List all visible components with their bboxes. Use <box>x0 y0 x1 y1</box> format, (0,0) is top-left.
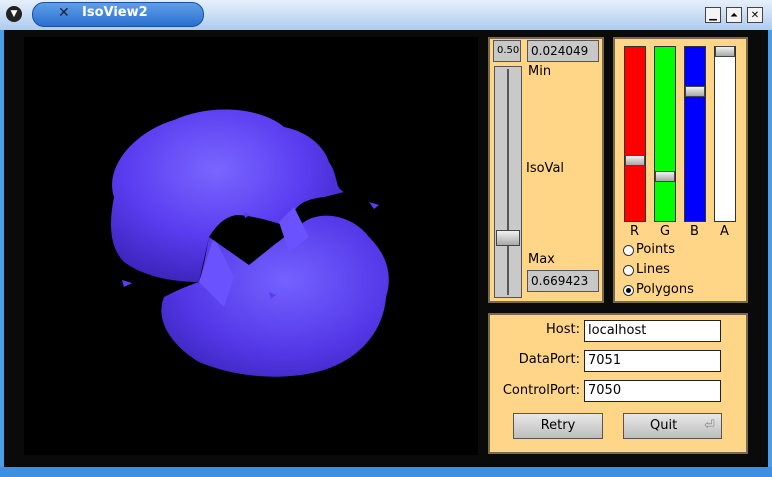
radio-points-label: Points <box>636 242 676 257</box>
isoval-label: IsoVal <box>526 161 565 176</box>
slider-r[interactable] <box>624 46 646 222</box>
render-viewport[interactable] <box>24 37 478 455</box>
min-value-readout: 0.024049 <box>527 40 599 62</box>
isosurface-fragment-1 <box>369 202 379 209</box>
slider-b[interactable] <box>684 46 706 222</box>
title-bar[interactable]: ▼ ✕ IsoView2 ▁ ⏶ ✕ <box>0 0 772 30</box>
quit-button-label: Quit <box>650 418 678 433</box>
dataport-input[interactable]: 7051 <box>584 350 721 372</box>
max-label: Max <box>528 252 555 267</box>
radio-polygons[interactable] <box>623 285 634 296</box>
dataport-label: DataPort: <box>518 352 580 367</box>
return-icon: ⏎ <box>704 418 715 433</box>
slider-r-label: R <box>630 224 640 239</box>
controlport-label: ControlPort: <box>502 383 580 398</box>
window-title: IsoView2 <box>82 5 148 20</box>
isoval-slider-thumb[interactable] <box>496 229 520 246</box>
host-label: Host: <box>546 322 580 337</box>
radio-polygons-label: Polygons <box>636 282 694 297</box>
controlport-input[interactable]: 7050 <box>584 380 721 402</box>
slider-b-label: B <box>690 224 699 239</box>
close-icon[interactable]: ✕ <box>747 7 763 23</box>
slider-scale-readout: 0.50 <box>493 40 521 62</box>
slider-a[interactable] <box>714 46 736 222</box>
isosurface-fragment-2 <box>122 280 132 287</box>
radio-lines-label: Lines <box>636 262 670 277</box>
minimize-icon[interactable]: ▁ <box>705 7 721 23</box>
slider-g-label: G <box>660 224 671 239</box>
isoval-slider-groove <box>507 69 509 295</box>
slider-a-thumb[interactable] <box>715 46 735 57</box>
max-value-readout: 0.669423 <box>527 270 599 292</box>
window-bottom-border <box>0 467 772 477</box>
slider-g[interactable] <box>654 46 676 222</box>
radio-points[interactable] <box>623 245 634 256</box>
app-icon: ✕ <box>58 5 70 21</box>
quit-button[interactable]: Quit ⏎ <box>623 413 722 439</box>
slider-b-thumb[interactable] <box>685 85 705 97</box>
maximize-icon[interactable]: ⏶ <box>726 7 742 23</box>
retry-button[interactable]: Retry <box>513 413 603 439</box>
min-label: Min <box>528 64 552 79</box>
slider-r-thumb[interactable] <box>625 154 645 166</box>
window-menu-icon[interactable]: ▼ <box>6 6 22 22</box>
radio-lines[interactable] <box>623 265 634 276</box>
slider-a-label: A <box>720 224 729 239</box>
app-window: ▼ ✕ IsoView2 ▁ ⏶ ✕ 0.50 0.024049 Min Iso… <box>0 0 772 477</box>
slider-g-thumb[interactable] <box>655 171 675 183</box>
isosurface-render <box>111 109 389 377</box>
isoval-slider[interactable] <box>494 66 522 298</box>
host-input[interactable]: localhost <box>584 320 721 342</box>
